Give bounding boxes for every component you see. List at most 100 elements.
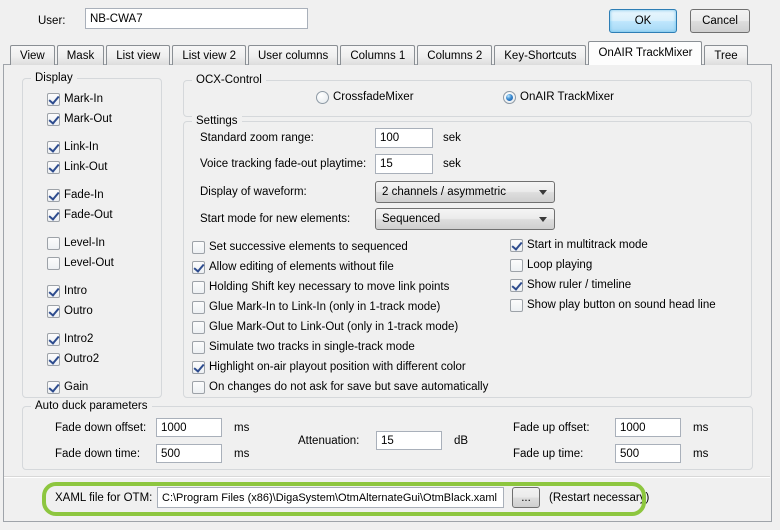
- checkbox-label: Holding Shift key necessary to move link…: [209, 281, 449, 293]
- fade-up-offset-label: Fade up offset:: [513, 422, 590, 434]
- attenuation-input[interactable]: [376, 431, 442, 450]
- checkbox-allow-editing-without-file[interactable]: Allow editing of elements without file: [192, 260, 394, 274]
- voice-tracking-fadeout-label: Voice tracking fade-out playtime:: [200, 158, 366, 170]
- tab-tree[interactable]: Tree: [704, 45, 747, 65]
- checkbox-link-in[interactable]: Link-In: [47, 140, 99, 154]
- tab-key-shortcuts[interactable]: Key-Shortcuts: [494, 45, 586, 65]
- checkbox-level-out[interactable]: Level-Out: [47, 256, 114, 270]
- checkbox-outro[interactable]: Outro: [47, 304, 93, 318]
- tab-user-columns[interactable]: User columns: [248, 45, 338, 65]
- standard-zoom-range-unit: sek: [443, 132, 461, 144]
- radio-crossfademixer[interactable]: CrossfadeMixer: [316, 90, 414, 104]
- waveform-display-select[interactable]: 2 channels / asymmetric: [375, 181, 555, 203]
- checkbox-label: Level-Out: [64, 257, 114, 269]
- auto-duck-group-title: Auto duck parameters: [31, 399, 152, 414]
- checkbox-label: Show ruler / timeline: [527, 279, 631, 291]
- start-mode-select[interactable]: Sequenced: [375, 208, 555, 230]
- checkbox-label: Outro2: [64, 353, 99, 365]
- checkbox-mark-in[interactable]: Mark-In: [47, 92, 103, 106]
- fade-down-time-input[interactable]: [156, 444, 222, 463]
- checkbox-gain[interactable]: Gain: [47, 380, 88, 394]
- checkbox-box: [510, 299, 523, 312]
- fade-down-time-unit: ms: [234, 448, 249, 460]
- voice-tracking-fadeout-input[interactable]: [375, 154, 433, 174]
- radio-circle: [316, 91, 329, 104]
- attenuation-label: Attenuation:: [298, 435, 359, 447]
- checkbox-label: Show play button on sound head line: [527, 299, 716, 311]
- checkbox-start-multitrack[interactable]: Start in multitrack mode: [510, 238, 648, 252]
- checkbox-box: [47, 381, 60, 394]
- checkbox-label: Fade-In: [64, 189, 104, 201]
- xaml-file-path-input[interactable]: [157, 487, 504, 508]
- checkbox-loop-playing[interactable]: Loop playing: [510, 258, 592, 272]
- tab-mask[interactable]: Mask: [57, 45, 104, 65]
- fade-down-offset-unit: ms: [234, 422, 249, 434]
- checkbox-label: Start in multitrack mode: [527, 239, 648, 251]
- checkbox-box: [192, 381, 205, 394]
- checkbox-label: Highlight on-air playout position with d…: [209, 361, 466, 373]
- checkbox-label: Outro: [64, 305, 93, 317]
- waveform-display-label: Display of waveform:: [200, 186, 307, 198]
- checkbox-label: On changes do not ask for save but save …: [209, 381, 488, 393]
- settings-dialog: { "window": { "user_label": "User:", "us…: [0, 0, 780, 530]
- tab-list-view-2[interactable]: List view 2: [172, 45, 246, 65]
- tab-onair-trackmixer[interactable]: OnAIR TrackMixer: [588, 41, 702, 65]
- radio-onair-trackmixer[interactable]: OnAIR TrackMixer: [503, 90, 614, 104]
- tab-list-view[interactable]: List view: [106, 45, 170, 65]
- start-mode-label: Start mode for new elements:: [200, 213, 350, 225]
- checkbox-box: [47, 189, 60, 202]
- waveform-display-value: 2 channels / asymmetric: [382, 186, 506, 198]
- browse-button[interactable]: ...: [512, 487, 540, 508]
- display-group-title: Display: [31, 71, 77, 86]
- checkbox-box: [47, 113, 60, 126]
- tab-columns-2[interactable]: Columns 2: [417, 45, 492, 65]
- checkbox-label: Loop playing: [527, 259, 592, 271]
- cancel-button[interactable]: Cancel: [690, 9, 750, 33]
- settings-group-title: Settings: [192, 114, 242, 129]
- checkbox-level-in[interactable]: Level-In: [47, 236, 105, 250]
- checkbox-outro2[interactable]: Outro2: [47, 352, 99, 366]
- checkbox-simulate-two-tracks[interactable]: Simulate two tracks in single-track mode: [192, 340, 415, 354]
- radio-circle: [503, 91, 516, 104]
- ocx-control-group: OCX-Control: [183, 80, 752, 117]
- checkbox-label: Fade-Out: [64, 209, 113, 221]
- ok-button[interactable]: OK: [609, 9, 677, 33]
- checkbox-box: [47, 285, 60, 298]
- checkbox-label: Intro2: [64, 333, 93, 345]
- user-input[interactable]: [85, 8, 308, 29]
- checkbox-label: Set successive elements to sequenced: [209, 241, 408, 253]
- fade-up-time-input[interactable]: [615, 444, 681, 463]
- checkbox-fade-out[interactable]: Fade-Out: [47, 208, 113, 222]
- chevron-down-icon: [539, 217, 547, 222]
- checkbox-mark-out[interactable]: Mark-Out: [47, 112, 112, 126]
- tab-view[interactable]: View: [10, 45, 55, 65]
- checkbox-box: [47, 161, 60, 174]
- checkbox-no-ask-save-auto[interactable]: On changes do not ask for save but save …: [192, 380, 488, 394]
- chevron-down-icon: [539, 190, 547, 195]
- tab-strip: View Mask List view List view 2 User col…: [10, 41, 750, 65]
- radio-label: CrossfadeMixer: [333, 91, 414, 103]
- checkbox-set-successive-sequenced[interactable]: Set successive elements to sequenced: [192, 240, 408, 254]
- checkbox-show-ruler-timeline[interactable]: Show ruler / timeline: [510, 278, 631, 292]
- checkbox-fade-in[interactable]: Fade-In: [47, 188, 104, 202]
- checkbox-show-play-button-soundhead[interactable]: Show play button on sound head line: [510, 298, 716, 312]
- checkbox-box: [510, 279, 523, 292]
- checkbox-holding-shift-link-points[interactable]: Holding Shift key necessary to move link…: [192, 280, 449, 294]
- fade-down-offset-input[interactable]: [156, 418, 222, 437]
- checkbox-highlight-onair-position[interactable]: Highlight on-air playout position with d…: [192, 360, 466, 374]
- attenuation-unit: dB: [454, 435, 468, 447]
- user-label: User:: [38, 15, 65, 27]
- checkbox-link-out[interactable]: Link-Out: [47, 160, 107, 174]
- standard-zoom-range-input[interactable]: [375, 128, 433, 148]
- checkbox-glue-markout-linkout[interactable]: Glue Mark-Out to Link-Out (only in 1-tra…: [192, 320, 458, 334]
- checkbox-box: [47, 93, 60, 106]
- standard-zoom-range-label: Standard zoom range:: [200, 132, 314, 144]
- checkbox-box: [510, 259, 523, 272]
- tab-columns-1[interactable]: Columns 1: [340, 45, 415, 65]
- checkbox-intro[interactable]: Intro: [47, 284, 87, 298]
- checkbox-intro2[interactable]: Intro2: [47, 332, 93, 346]
- checkbox-glue-markin-linkin[interactable]: Glue Mark-In to Link-In (only in 1-track…: [192, 300, 440, 314]
- fade-up-offset-unit: ms: [693, 422, 708, 434]
- fade-up-offset-input[interactable]: [615, 418, 681, 437]
- checkbox-label: Gain: [64, 381, 88, 393]
